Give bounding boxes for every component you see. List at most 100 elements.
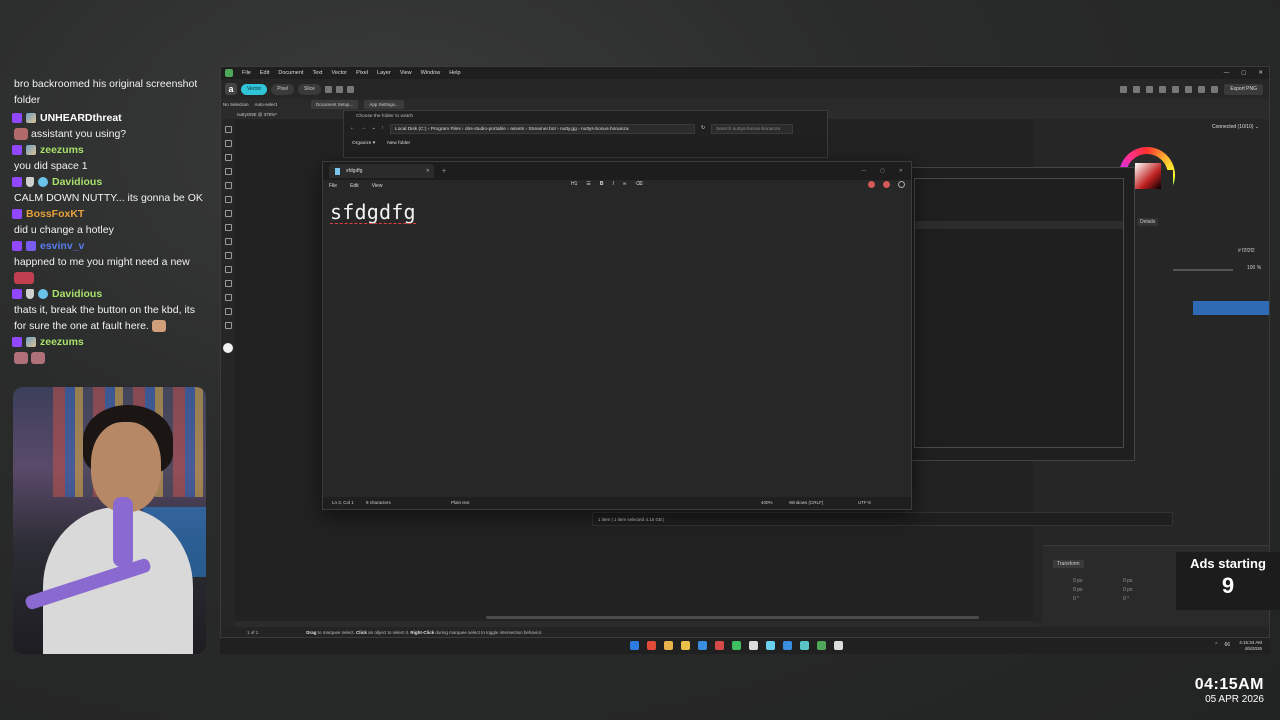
- align-icon[interactable]: [1120, 85, 1128, 93]
- notepad-menu-edit[interactable]: Edit: [350, 183, 359, 189]
- taskbar-app-icon[interactable]: [715, 641, 724, 650]
- system-clock[interactable]: 4:15:34 AM 4/5/2026: [1239, 640, 1262, 652]
- up-icon[interactable]: ↑: [382, 126, 384, 131]
- transform-rotation[interactable]: 0 °: [1073, 596, 1113, 602]
- search-input[interactable]: Search nuttys-bonus-bonanza: [711, 123, 794, 134]
- eyedropper-tool-icon[interactable]: [224, 294, 232, 301]
- layer-row-selected[interactable]: [1193, 301, 1269, 315]
- hex-field[interactable]: # f2f2f2: [1238, 248, 1255, 254]
- brush-tool-icon[interactable]: [224, 196, 232, 203]
- menu-view[interactable]: View: [400, 70, 412, 76]
- arrange-icon[interactable]: [1146, 85, 1154, 93]
- menu-vector[interactable]: Vector: [332, 70, 348, 76]
- persona-pixel-button[interactable]: Pixel: [271, 83, 295, 95]
- zoom-tool-icon[interactable]: [224, 322, 232, 329]
- taskbar-app-icon[interactable]: [766, 641, 775, 650]
- transform-x[interactable]: 0 px: [1073, 578, 1113, 584]
- taskbar-app-icon[interactable]: [800, 641, 809, 650]
- maximize-icon[interactable]: ▢: [1241, 70, 1246, 76]
- account-icon[interactable]: [883, 181, 890, 188]
- lock-icon[interactable]: [1198, 85, 1206, 93]
- menu-help[interactable]: Help: [449, 70, 460, 76]
- transform-h[interactable]: 0 px: [1123, 587, 1163, 593]
- color-swatch[interactable]: [223, 343, 233, 353]
- close-icon[interactable]: ✕: [1258, 70, 1263, 76]
- boolean-icon[interactable]: [1133, 85, 1141, 93]
- auto-select-checkbox[interactable]: Auto-select: [255, 102, 278, 107]
- breadcrumb[interactable]: Local Disk (C:) › Program Files › obs-st…: [390, 123, 696, 134]
- heading-dropdown[interactable]: H1: [571, 181, 577, 187]
- taskbar-app-icon[interactable]: [664, 641, 673, 650]
- copilot-icon[interactable]: [868, 181, 875, 188]
- details-button[interactable]: Details: [1137, 218, 1159, 226]
- affinity-logo-icon[interactable]: a: [225, 83, 237, 95]
- notepad-tab[interactable]: sfdgdfg ✕: [329, 164, 434, 178]
- list-icon[interactable]: ☰: [586, 181, 590, 187]
- new-tab-icon[interactable]: +: [442, 168, 446, 175]
- image-tool-icon[interactable]: [224, 280, 232, 287]
- notepad-menu-view[interactable]: View: [372, 183, 383, 189]
- grid-icon[interactable]: [346, 85, 354, 93]
- pen-tool-icon[interactable]: [224, 168, 232, 175]
- crop-tool-icon[interactable]: [224, 266, 232, 273]
- new-folder-button[interactable]: New folder: [387, 141, 410, 146]
- bold-icon[interactable]: B: [600, 181, 604, 187]
- pencil-tool-icon[interactable]: [224, 182, 232, 189]
- tab-close-icon[interactable]: ✕: [426, 168, 434, 174]
- settings-icon[interactable]: [898, 181, 905, 188]
- move-tool-icon[interactable]: [224, 126, 232, 133]
- menu-pixel[interactable]: Pixel: [356, 70, 368, 76]
- maximize-icon[interactable]: ▢: [880, 168, 885, 174]
- list-item[interactable]: [915, 221, 1123, 229]
- encoding[interactable]: UTF-8: [858, 500, 871, 505]
- forward-icon[interactable]: →: [361, 126, 366, 131]
- menu-document[interactable]: Document: [278, 70, 303, 76]
- node-tool-icon[interactable]: [224, 140, 232, 147]
- zoom-level[interactable]: 400%: [761, 500, 773, 505]
- transparency-tool-icon[interactable]: [224, 224, 232, 231]
- taskbar-app-icon[interactable]: [647, 641, 656, 650]
- menu-text[interactable]: Text: [312, 70, 322, 76]
- minimize-icon[interactable]: —: [1224, 70, 1230, 76]
- start-icon[interactable]: [630, 641, 639, 650]
- snapping-icon[interactable]: [1211, 85, 1219, 93]
- taskbar-app-icon[interactable]: [834, 641, 843, 650]
- link-icon[interactable]: ∞: [623, 181, 627, 187]
- color-picker-square[interactable]: [1135, 163, 1161, 189]
- fill-tool-icon[interactable]: [224, 210, 232, 217]
- italic-icon[interactable]: I: [613, 181, 614, 187]
- taskbar-app-icon[interactable]: [783, 641, 792, 650]
- menu-file[interactable]: File: [242, 70, 251, 76]
- more-icon[interactable]: [324, 85, 332, 93]
- persona-vector-button[interactable]: Vector: [241, 83, 268, 95]
- organize-button[interactable]: Organize ▾: [352, 141, 375, 146]
- taskbar-app-icon[interactable]: [817, 641, 826, 650]
- back-icon[interactable]: ←: [350, 126, 355, 131]
- taskbar-app-icon[interactable]: [732, 641, 741, 650]
- refresh-icon[interactable]: ↻: [701, 126, 705, 131]
- transform-w[interactable]: 0 px: [1073, 587, 1113, 593]
- text-tool-icon[interactable]: [224, 252, 232, 259]
- flip-icon[interactable]: [1159, 85, 1167, 93]
- group-icon[interactable]: [1185, 85, 1193, 93]
- close-icon[interactable]: ✕: [899, 168, 903, 174]
- menu-edit[interactable]: Edit: [260, 70, 269, 76]
- snap-icon[interactable]: [335, 85, 343, 93]
- clear-format-icon[interactable]: ⌫: [635, 181, 642, 187]
- taskbar-app-icon[interactable]: [681, 641, 690, 650]
- minimize-icon[interactable]: —: [861, 168, 866, 174]
- notepad-menu-file[interactable]: File: [329, 183, 337, 189]
- app-settings-button[interactable]: App Settings...: [364, 100, 404, 109]
- menu-window[interactable]: Window: [421, 70, 441, 76]
- tray-chevron-icon[interactable]: ⌃: [1214, 642, 1218, 648]
- history-icon[interactable]: ⌄: [372, 126, 376, 131]
- document-setup-button[interactable]: Document Setup...: [311, 100, 359, 109]
- transform-tab[interactable]: Transform: [1053, 560, 1084, 568]
- folder-list-pane[interactable]: [911, 167, 1135, 461]
- transform-shear[interactable]: 0 °: [1123, 596, 1163, 602]
- menu-layer[interactable]: Layer: [377, 70, 391, 76]
- export-png-button[interactable]: Export PNG: [1224, 83, 1263, 95]
- notepad-text-area[interactable]: sfdgdfg: [330, 200, 416, 224]
- transform-y[interactable]: 0 px: [1123, 578, 1163, 584]
- hand-tool-icon[interactable]: [224, 308, 232, 315]
